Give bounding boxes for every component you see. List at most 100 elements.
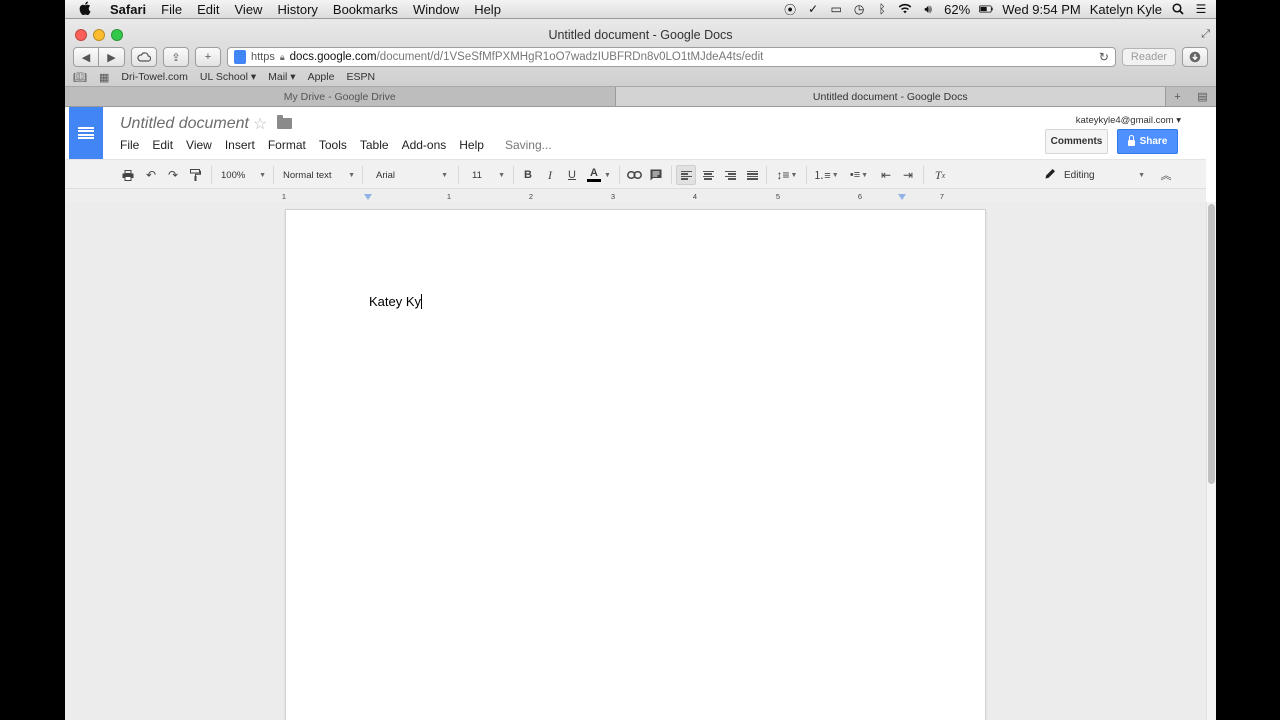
- insert-link-icon[interactable]: [625, 165, 643, 185]
- insert-comment-icon[interactable]: [648, 165, 664, 185]
- menu-view[interactable]: View: [230, 2, 273, 17]
- text-color-icon: A: [587, 168, 602, 182]
- document-page[interactable]: Katey Ky: [285, 209, 986, 720]
- menu-app-safari[interactable]: Safari: [105, 2, 156, 17]
- bookmark-mail[interactable]: Mail ▾: [268, 71, 295, 83]
- docs-menu-format[interactable]: Format: [268, 138, 312, 152]
- menubar-clock[interactable]: Wed 9:54 PM: [1002, 2, 1081, 17]
- clear-formatting-icon[interactable]: Tx: [931, 165, 949, 185]
- add-tab-icon[interactable]: +: [1174, 91, 1180, 103]
- bookmark-dri-towel[interactable]: Dri-Towel.com: [121, 71, 188, 83]
- icloud-tabs-button[interactable]: [131, 47, 157, 67]
- google-docs-favicon-icon: [234, 50, 246, 64]
- paragraph-style-select[interactable]: Normal text ▼: [283, 165, 355, 185]
- notification-center-icon[interactable]: ☰: [1194, 2, 1208, 16]
- star-icon[interactable]: ☆: [253, 114, 267, 134]
- numbered-list-button[interactable]: ⒈≡ ▼: [811, 165, 841, 185]
- downloads-button[interactable]: [1182, 47, 1208, 67]
- docs-menu-file[interactable]: File: [120, 138, 145, 152]
- account-email[interactable]: kateykyle4@gmail.com ▾: [1076, 115, 1181, 126]
- bold-button[interactable]: B: [520, 165, 536, 185]
- back-button[interactable]: ◀: [73, 47, 99, 67]
- chevron-down-icon: ▼: [790, 171, 798, 179]
- underline-button[interactable]: U: [564, 165, 580, 185]
- font-family-select[interactable]: Arial ▼: [376, 165, 448, 185]
- ruler-track: 1 1 2 3 4 5 6 7: [282, 192, 984, 201]
- top-sites-icon[interactable]: ▦: [99, 71, 109, 84]
- align-right-button[interactable]: [721, 165, 739, 185]
- left-indent-marker[interactable]: [364, 194, 372, 200]
- wifi-icon[interactable]: [898, 2, 912, 16]
- menu-window[interactable]: Window: [408, 2, 469, 17]
- align-left-button[interactable]: [676, 165, 696, 185]
- print-icon[interactable]: [120, 165, 136, 185]
- document-body[interactable]: Katey Ky: [369, 294, 423, 309]
- folder-icon[interactable]: [277, 115, 292, 129]
- justify-icon: [746, 170, 758, 180]
- show-all-tabs-icon[interactable]: ▤: [1197, 90, 1207, 103]
- document-title[interactable]: Untitled document: [120, 115, 249, 133]
- collapse-menus-icon[interactable]: ︽: [1158, 165, 1174, 185]
- italic-button[interactable]: I: [542, 165, 558, 185]
- bookmark-apple[interactable]: Apple: [308, 71, 335, 83]
- align-center-button[interactable]: [699, 165, 717, 185]
- docs-menu-tools[interactable]: Tools: [319, 138, 353, 152]
- bookmark-espn[interactable]: ESPN: [346, 71, 375, 83]
- reader-button[interactable]: Reader: [1121, 48, 1176, 66]
- menu-history[interactable]: History: [272, 2, 327, 17]
- menu-bookmarks[interactable]: Bookmarks: [328, 2, 408, 17]
- right-indent-marker[interactable]: [898, 194, 906, 200]
- zoom-value: 100%: [221, 169, 246, 181]
- docs-menu-insert[interactable]: Insert: [225, 138, 261, 152]
- redo-icon[interactable]: ↷: [165, 165, 181, 185]
- chevron-down-icon: ▼: [861, 171, 869, 179]
- header-right-edge: [1206, 107, 1216, 202]
- reading-list-icon[interactable]: 📖︎: [73, 71, 87, 84]
- font-size-select[interactable]: 11 ▼: [472, 165, 505, 185]
- undo-icon[interactable]: ↶: [143, 165, 159, 185]
- bookmark-ul-school[interactable]: UL School ▾: [200, 71, 256, 83]
- scrollbar-thumb[interactable]: [1208, 204, 1215, 484]
- justify-button[interactable]: [743, 165, 761, 185]
- record-icon[interactable]: ⦿: [783, 2, 797, 17]
- increase-indent-icon[interactable]: ⇥: [899, 165, 917, 185]
- battery-icon[interactable]: [979, 2, 993, 16]
- volume-icon[interactable]: 🔊︎: [921, 2, 935, 16]
- share-page-button[interactable]: ⇪: [163, 47, 189, 67]
- checkmark-circle-icon[interactable]: ✓: [806, 2, 820, 16]
- fullscreen-icon[interactable]: ⤢: [1201, 28, 1210, 41]
- docs-menu-addons[interactable]: Add-ons: [402, 138, 453, 152]
- text-color-button[interactable]: A ▼: [585, 165, 613, 185]
- docs-home-logo-icon[interactable]: [69, 107, 103, 159]
- reload-icon[interactable]: ↻: [1099, 50, 1109, 64]
- docs-menu-edit[interactable]: Edit: [152, 138, 179, 152]
- bulleted-list-button[interactable]: •≡ ▼: [844, 165, 874, 185]
- tab-my-drive[interactable]: My Drive - Google Drive: [65, 87, 616, 106]
- line-spacing-button[interactable]: ↕≡ ▼: [773, 165, 801, 185]
- menubar-user[interactable]: Katelyn Kyle: [1090, 2, 1162, 17]
- decrease-indent-icon[interactable]: ⇤: [877, 165, 895, 185]
- docs-menu-help[interactable]: Help: [459, 138, 490, 152]
- paint-format-icon[interactable]: [187, 165, 203, 185]
- share-button[interactable]: Share: [1117, 129, 1178, 154]
- airplay-icon[interactable]: ▭: [829, 2, 843, 16]
- zoom-select[interactable]: 100% ▼: [221, 165, 266, 185]
- tab-untitled-document[interactable]: Untitled document - Google Docs: [615, 87, 1166, 106]
- apple-icon[interactable]: [65, 1, 105, 18]
- menu-edit[interactable]: Edit: [192, 2, 229, 17]
- forward-button[interactable]: ▶: [99, 47, 125, 67]
- comments-button[interactable]: Comments: [1045, 129, 1108, 154]
- editing-mode-select[interactable]: Editing ▼: [1045, 165, 1145, 185]
- docs-menu-table[interactable]: Table: [360, 138, 395, 152]
- docs-menu-view[interactable]: View: [186, 138, 218, 152]
- menu-file[interactable]: File: [156, 2, 192, 17]
- time-machine-icon[interactable]: ◷: [852, 2, 866, 16]
- navigation-row: ◀ ▶ ⇪ + https 🔒︎ docs.google.com/documen…: [73, 46, 1208, 68]
- address-bar[interactable]: https 🔒︎ docs.google.com/document/d/1VSe…: [227, 47, 1116, 67]
- menu-help[interactable]: Help: [469, 2, 511, 17]
- new-tab-button[interactable]: +: [195, 47, 221, 67]
- vertical-scrollbar[interactable]: [1206, 202, 1216, 720]
- ruler-label: 4: [692, 192, 698, 201]
- bluetooth-icon[interactable]: ᛒ: [875, 2, 889, 16]
- spotlight-search-icon[interactable]: [1171, 2, 1185, 16]
